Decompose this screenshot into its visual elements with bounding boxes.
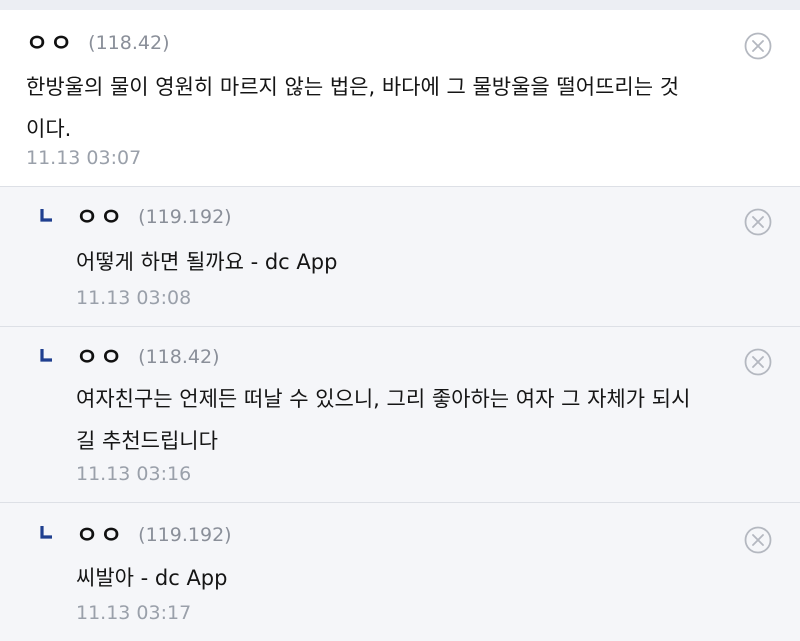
top-strip	[0, 0, 800, 10]
reply-header: ㅇㅇ (118.42)	[76, 340, 219, 374]
delete-reply-button[interactable]	[743, 347, 773, 377]
reply-text-line: 여자친구는 언제든 떠날 수 있으니, 그리 좋아하는 여자 그 자체가 되시	[76, 387, 691, 411]
comment-text-line: 이다.	[26, 117, 72, 141]
reply-author[interactable]: ㅇㅇ	[76, 340, 124, 374]
reply-header: ㅇㅇ (119.192)	[76, 200, 232, 234]
comment-ip: (118.42)	[88, 32, 170, 54]
comment-item: ㅇㅇ (118.42) 한방울의 물이 영원히 마르지 않는 법은, 바다에 그…	[0, 10, 800, 187]
reply-text: 어떻게 하면 될까요 - dc App	[76, 241, 337, 283]
delete-comment-button[interactable]	[743, 31, 773, 61]
close-circle-icon	[744, 208, 772, 236]
reply-text-line: 어떻게 하면 될까요 - dc App	[76, 250, 338, 274]
delete-reply-button[interactable]	[743, 207, 773, 237]
comment-header: ㅇㅇ (118.42)	[26, 26, 169, 60]
reply-author[interactable]: ㅇㅇ	[76, 518, 124, 552]
comment-text-line: 한방울의 물이 영원히 마르지 않는 법은, 바다에 그 물방울을 떨어뜨리는 …	[26, 75, 680, 99]
reply-ip: (118.42)	[138, 346, 220, 368]
reply-header: ㅇㅇ (119.192)	[76, 518, 232, 552]
close-circle-icon	[744, 348, 772, 376]
close-circle-icon	[744, 32, 772, 60]
comment-timestamp: 11.13 03:07	[26, 147, 142, 169]
reply-ip: (119.192)	[138, 524, 232, 546]
reply-arrow-icon	[40, 349, 52, 363]
reply-text: 여자친구는 언제든 떠날 수 있으니, 그리 좋아하는 여자 그 자체가 되시 …	[76, 378, 690, 462]
reply-item: ㅇㅇ (119.192) 씨발아 - dc App 11.13 03:17	[0, 503, 800, 641]
reply-arrow-icon	[40, 526, 52, 540]
reply-author[interactable]: ㅇㅇ	[76, 200, 124, 234]
close-circle-icon	[744, 526, 772, 554]
reply-text: 씨발아 - dc App	[76, 557, 227, 599]
reply-ip: (119.192)	[138, 206, 232, 228]
reply-timestamp: 11.13 03:17	[76, 602, 192, 624]
reply-item: ㅇㅇ (118.42) 여자친구는 언제든 떠날 수 있으니, 그리 좋아하는 …	[0, 327, 800, 503]
reply-item: ㅇㅇ (119.192) 어떻게 하면 될까요 - dc App 11.13 0…	[0, 187, 800, 327]
reply-arrow-icon	[40, 209, 52, 223]
reply-text-line: 씨발아 - dc App	[76, 566, 228, 590]
reply-timestamp: 11.13 03:16	[76, 463, 192, 485]
reply-timestamp: 11.13 03:08	[76, 287, 192, 309]
comment-text: 한방울의 물이 영원히 마르지 않는 법은, 바다에 그 물방울을 떨어뜨리는 …	[26, 66, 679, 150]
delete-reply-button[interactable]	[743, 525, 773, 555]
comment-author[interactable]: ㅇㅇ	[26, 26, 74, 60]
reply-text-line: 길 추천드립니다	[76, 429, 218, 453]
